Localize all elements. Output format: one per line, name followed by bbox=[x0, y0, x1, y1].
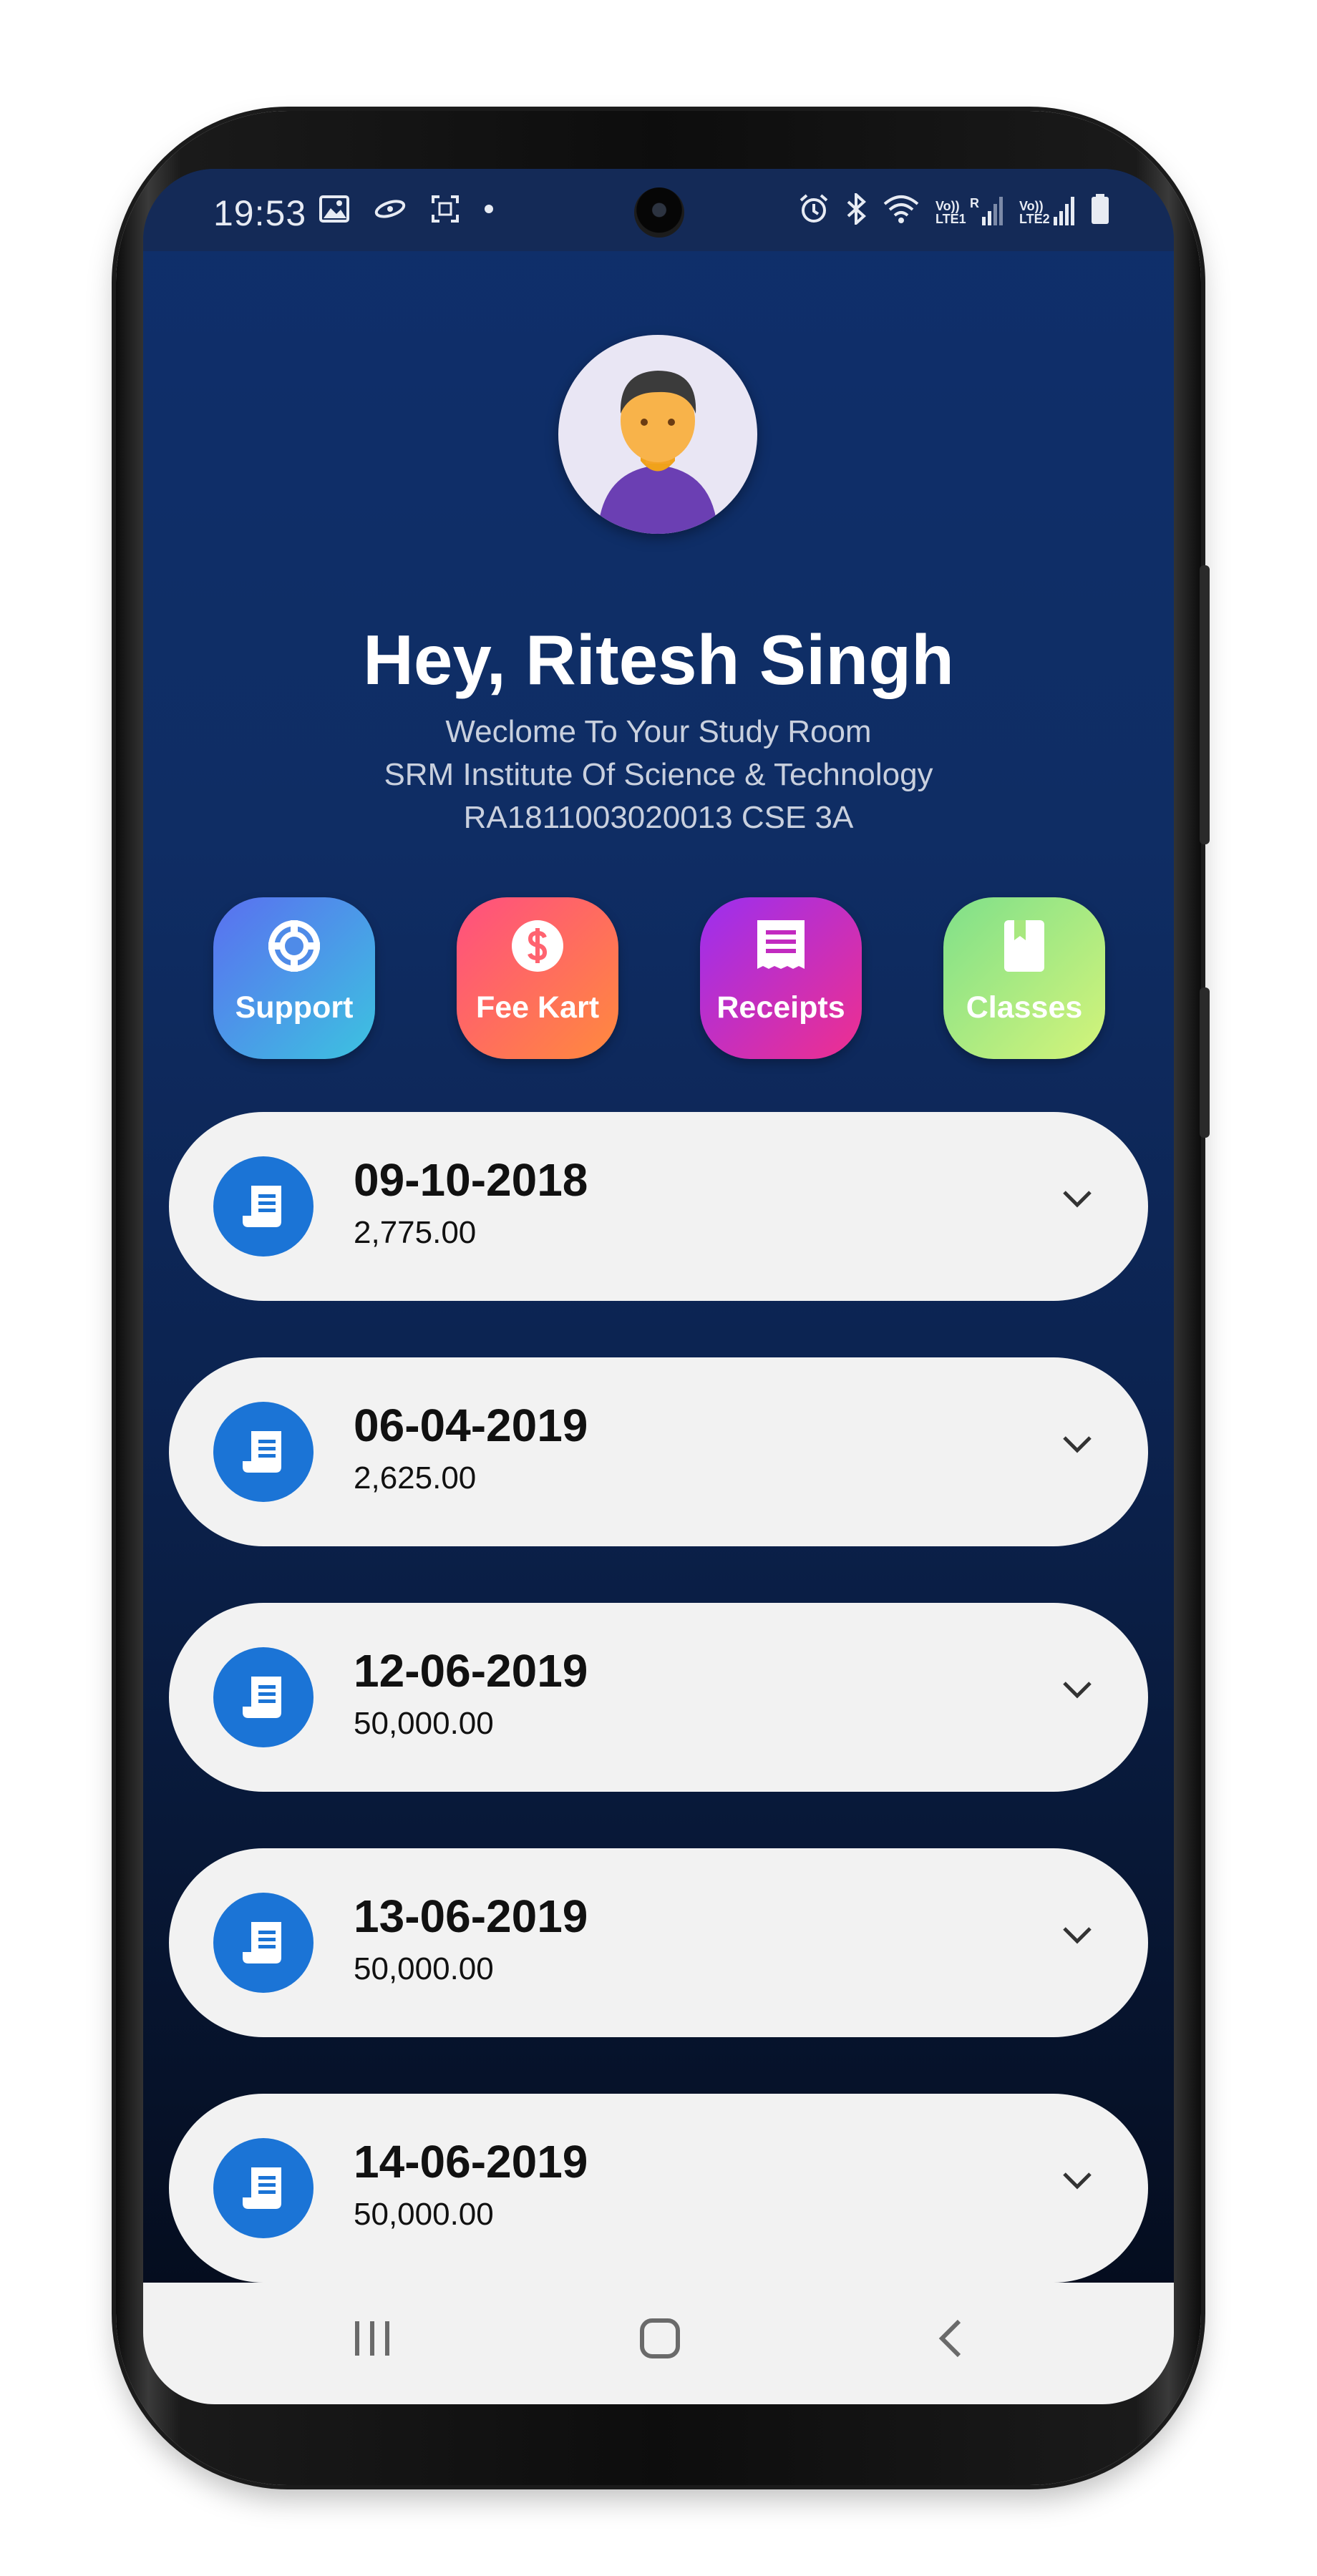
sim1-label: Vo)) LTE1 bbox=[935, 198, 966, 226]
receipt-date: 06-04-2019 bbox=[354, 1400, 588, 1451]
book-icon bbox=[1004, 920, 1044, 972]
support-button[interactable]: Support bbox=[213, 897, 375, 1059]
chevron-down-icon[interactable] bbox=[1061, 2170, 1094, 2195]
sim2-label: Vo)) LTE2 bbox=[1019, 198, 1050, 226]
receipt-card[interactable]: 09-10-2018 2,775.00 bbox=[169, 1112, 1148, 1301]
classes-button[interactable]: Classes bbox=[943, 897, 1105, 1059]
front-camera bbox=[634, 187, 684, 238]
receipt-list-icon bbox=[757, 920, 805, 969]
receipt-card[interactable]: 06-04-2019 2,625.00 bbox=[169, 1357, 1148, 1546]
recent-apps-icon[interactable] bbox=[352, 2317, 392, 2363]
screenshot-icon bbox=[431, 195, 460, 227]
support-label: Support bbox=[235, 990, 354, 1025]
receipt-date: 09-10-2018 bbox=[354, 1154, 588, 1206]
sync-icon bbox=[374, 198, 407, 223]
receipt-date: 12-06-2019 bbox=[354, 1645, 588, 1697]
institute-name: SRM Institute Of Science & Technology bbox=[384, 757, 933, 792]
fee-kart-button[interactable]: Fee Kart bbox=[457, 897, 618, 1059]
chevron-down-icon[interactable] bbox=[1061, 1924, 1094, 1949]
receipt-icon bbox=[213, 1893, 314, 1993]
chevron-down-icon[interactable] bbox=[1061, 1679, 1094, 1704]
chevron-down-icon[interactable] bbox=[1061, 1433, 1094, 1458]
receipt-amount: 50,000.00 bbox=[354, 1706, 494, 1741]
bluetooth-icon bbox=[845, 191, 867, 228]
signal-sim2-icon: Vo)) LTE2 bbox=[1019, 196, 1075, 226]
status-bar: 19:53 Vo)) LTE1 R Vo)) LTE2 bbox=[143, 169, 1174, 251]
receipt-amount: 50,000.00 bbox=[354, 1951, 494, 1986]
alarm-icon bbox=[798, 193, 830, 228]
navigation-bar bbox=[143, 2283, 1174, 2404]
home-icon[interactable] bbox=[638, 2317, 681, 2363]
receipt-date: 13-06-2019 bbox=[354, 1890, 588, 1942]
back-icon[interactable] bbox=[935, 2317, 966, 2363]
power-button bbox=[1200, 987, 1210, 1138]
receipt-amount: 2,625.00 bbox=[354, 1460, 477, 1496]
volume-button bbox=[1200, 565, 1210, 844]
avatar[interactable] bbox=[558, 335, 757, 534]
app-screen: 19:53 Vo)) LTE1 R Vo)) LTE2 Hey, Ritesh … bbox=[143, 169, 1174, 2404]
signal-sim1-icon: Vo)) LTE1 R bbox=[935, 195, 1003, 226]
chevron-down-icon[interactable] bbox=[1061, 1188, 1094, 1213]
lifebuoy-icon bbox=[268, 920, 320, 972]
roaming-label: R bbox=[970, 195, 979, 210]
battery-icon bbox=[1091, 194, 1109, 228]
user-avatar-icon bbox=[598, 371, 718, 534]
dot-icon bbox=[484, 204, 494, 218]
receipt-icon bbox=[213, 2138, 314, 2238]
classes-label: Classes bbox=[966, 990, 1083, 1025]
receipt-icon bbox=[213, 1647, 314, 1747]
wifi-icon bbox=[883, 194, 920, 228]
receipt-amount: 50,000.00 bbox=[354, 2197, 494, 2232]
gallery-icon bbox=[319, 195, 349, 226]
receipts-button[interactable]: Receipts bbox=[700, 897, 862, 1059]
status-time: 19:53 bbox=[213, 193, 307, 233]
receipt-card[interactable]: 12-06-2019 50,000.00 bbox=[169, 1603, 1148, 1792]
dollar-icon bbox=[512, 920, 563, 972]
receipt-icon bbox=[213, 1402, 314, 1502]
welcome-text: Weclome To Your Study Room bbox=[445, 714, 872, 749]
receipt-card[interactable]: 14-06-2019 50,000.00 bbox=[169, 2094, 1148, 2283]
receipt-amount: 2,775.00 bbox=[354, 1215, 477, 1250]
receipt-icon bbox=[213, 1156, 314, 1257]
fee-kart-label: Fee Kart bbox=[475, 990, 600, 1025]
receipts-label: Receipts bbox=[716, 990, 845, 1025]
receipt-date: 14-06-2019 bbox=[354, 2136, 588, 2187]
greeting-title: Hey, Ritesh Singh bbox=[363, 620, 954, 699]
receipt-card[interactable]: 13-06-2019 50,000.00 bbox=[169, 1848, 1148, 2037]
registration-info: RA1811003020013 CSE 3A bbox=[463, 800, 854, 835]
